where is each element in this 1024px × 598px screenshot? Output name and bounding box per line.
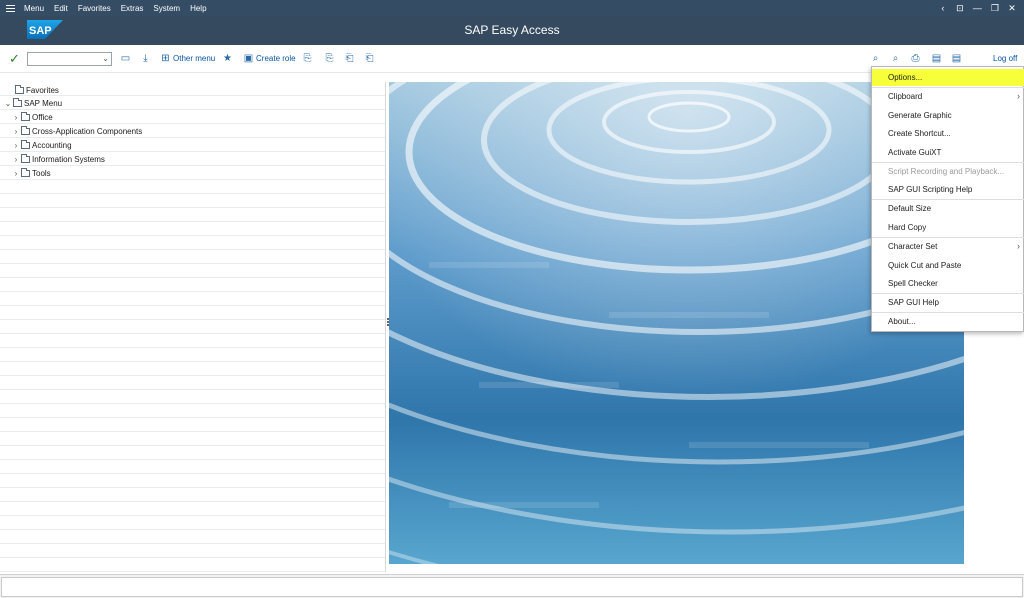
menu-option-options[interactable]: Options...	[872, 69, 1024, 86]
sap-window: Menu Edit Favorites Extras System Help ‹…	[0, 0, 1024, 598]
folder-icon	[21, 139, 30, 149]
delete-favorite-icon[interactable]: ⎘	[324, 53, 335, 64]
menu-option-sap-gui-help[interactable]: SAP GUI Help	[872, 294, 1024, 311]
move-down-icon[interactable]: ⎗	[344, 53, 355, 64]
chevron-right-icon[interactable]: ›	[12, 141, 20, 150]
menu-option-activate-guixt[interactable]: Activate GuiXT	[872, 144, 1024, 161]
menu-option-scripting-help[interactable]: SAP GUI Scripting Help	[872, 181, 1024, 198]
menu-option-hard-copy[interactable]: Hard Copy	[872, 219, 1024, 236]
chevron-down-icon[interactable]: ⌄	[102, 54, 109, 63]
restore-icon[interactable]: ❐	[991, 3, 999, 14]
tree-node-information-systems[interactable]: › Information Systems	[12, 153, 105, 165]
navigation-tree: Favorites ⌄ SAP Menu › Office › Cross-Ap…	[0, 82, 386, 572]
status-message-field[interactable]	[1, 577, 1023, 597]
chevron-right-icon[interactable]: ›	[12, 155, 20, 164]
chevron-right-icon[interactable]: ›	[12, 169, 20, 178]
tree-node-cross-application-components[interactable]: › Cross-Application Components	[12, 125, 142, 137]
tree-node-favorites[interactable]: Favorites	[6, 84, 59, 96]
download-icon[interactable]: ⤓	[140, 53, 151, 64]
customize-layout-menu: Options... Clipboard › Generate Graphic …	[871, 66, 1024, 332]
menu-option-about[interactable]: About...	[872, 313, 1024, 330]
create-shortcut-icon[interactable]: ▤	[951, 53, 962, 64]
print-icon[interactable]: ⎙	[910, 53, 921, 64]
add-favorite-icon[interactable]: ⎘	[302, 53, 313, 64]
menu-item-system[interactable]: System	[153, 4, 180, 13]
menu-bar: Menu Edit Favorites Extras System Help ‹…	[0, 0, 1024, 16]
folder-icon	[21, 125, 30, 135]
other-menu-button[interactable]: Other menu	[173, 54, 215, 63]
tree-node-label: Cross-Application Components	[32, 126, 143, 136]
menu-item-favorites[interactable]: Favorites	[78, 4, 111, 13]
menu-option-clipboard[interactable]: Clipboard ›	[872, 88, 1024, 105]
menu-item-edit[interactable]: Edit	[54, 4, 68, 13]
window-controls: ‹ ⊡ — ❐ ✕	[939, 0, 1024, 16]
title-bar: SAP SAP Easy Access	[0, 16, 1024, 45]
tree-node-tools[interactable]: › Tools	[12, 167, 51, 179]
menu-option-character-set[interactable]: Character Set ›	[872, 238, 1024, 255]
page-title: SAP Easy Access	[464, 23, 560, 37]
chevron-down-icon[interactable]: ⌄	[4, 99, 12, 108]
minimize-icon[interactable]: —	[973, 3, 982, 13]
tree-node-sap-menu[interactable]: ⌄ SAP Menu	[4, 97, 62, 109]
new-session-icon[interactable]: ▤	[931, 53, 942, 64]
command-field[interactable]: ⌄	[27, 52, 112, 66]
menu-option-generate-graphic[interactable]: Generate Graphic	[872, 107, 1024, 124]
folder-icon	[15, 84, 24, 94]
other-menu-icon[interactable]: ⊞	[160, 53, 171, 64]
menu-option-default-size[interactable]: Default Size	[872, 200, 1024, 217]
folder-icon	[21, 167, 30, 177]
menu-item-extras[interactable]: Extras	[121, 4, 144, 13]
enter-check-icon[interactable]: ✓	[9, 51, 20, 67]
status-bar	[0, 574, 1024, 598]
tree-node-label: Office	[32, 112, 53, 122]
chevron-right-icon[interactable]: ›	[12, 113, 20, 122]
menu-item-menu[interactable]: Menu	[24, 4, 44, 13]
open-folder-icon[interactable]: ▭	[120, 53, 131, 64]
log-off-button[interactable]: Log off	[993, 54, 1017, 63]
chevron-right-icon: ›	[1017, 241, 1020, 251]
menu-option-create-shortcut[interactable]: Create Shortcut...	[872, 125, 1024, 142]
screen-share-icon[interactable]: ⊡	[956, 3, 964, 14]
menu-option-script-recording: Script Recording and Playback...	[888, 167, 1005, 176]
tree-node-accounting[interactable]: › Accounting	[12, 139, 72, 151]
tree-node-label: Tools	[32, 168, 51, 178]
chevron-right-icon: ›	[1017, 91, 1020, 101]
close-icon[interactable]: ✕	[1008, 3, 1016, 14]
folder-icon	[21, 153, 30, 163]
menu-option-spell-checker[interactable]: Spell Checker	[872, 275, 1024, 292]
menu-option-quick-cut-paste[interactable]: Quick Cut and Paste	[872, 257, 1024, 274]
hamburger-menu-icon[interactable]	[0, 0, 20, 16]
back-icon[interactable]: ‹	[939, 3, 947, 13]
find-next-icon[interactable]: ⌕	[890, 53, 901, 64]
tree-node-label: SAP Menu	[24, 98, 63, 108]
folder-icon	[13, 97, 22, 107]
tree-node-label: Favorites	[26, 85, 59, 95]
create-role-button[interactable]: Create role	[256, 54, 296, 63]
move-up-icon[interactable]: ⎗	[364, 53, 375, 64]
tree-node-office[interactable]: › Office	[12, 111, 53, 123]
tree-node-label: Information Systems	[32, 154, 105, 164]
chevron-right-icon[interactable]: ›	[12, 127, 20, 136]
favorite-star-icon[interactable]: ★	[222, 53, 233, 64]
tree-node-label: Accounting	[32, 140, 72, 150]
create-role-icon[interactable]: ▣	[243, 53, 254, 64]
menu-item-help[interactable]: Help	[190, 4, 206, 13]
find-icon[interactable]: ⌕	[870, 53, 881, 64]
folder-icon	[21, 111, 30, 121]
